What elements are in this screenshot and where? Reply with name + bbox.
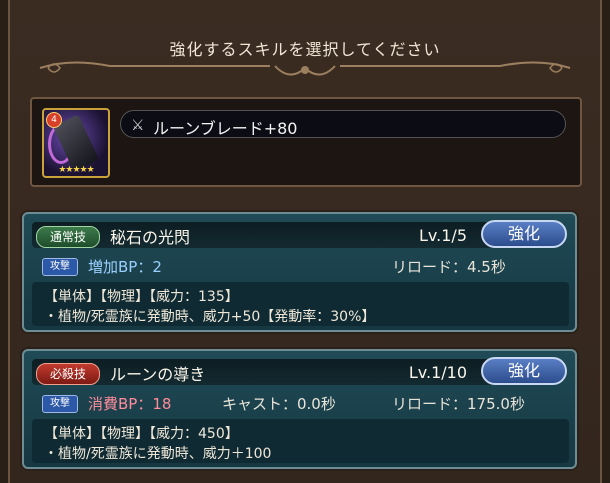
skill-card-special[interactable]: 必殺技 ルーンの導き Lv.1/10 強化 攻撃 消費BP：18 キャスト：0.…: [22, 349, 577, 469]
enhance-button[interactable]: 強化: [481, 357, 567, 385]
skill-description: 【単体】【物理】【威力：450】 ・植物/死霊族に発動時、威力＋100: [32, 419, 569, 463]
attack-tag: 攻撃: [42, 395, 78, 413]
skill-card-normal[interactable]: 通常技 秘石の光閃 Lv.1/5 強化 攻撃 増加BP：2 リロード：4.5秒 …: [22, 212, 577, 332]
attack-tag: 攻撃: [42, 258, 78, 276]
skill-stats-row: 攻撃 増加BP：2 リロード：4.5秒: [32, 254, 567, 276]
skill-level: Lv.1/5: [419, 226, 467, 245]
item-name-bar: ⚔ ルーンブレード+80: [120, 110, 566, 138]
reload-time: リロード：4.5秒: [392, 258, 506, 276]
rune-blade-icon[interactable]: 4 ★★★★★: [42, 108, 110, 178]
crossed-swords-icon: ⚔: [131, 116, 145, 134]
rank-badge: 4: [46, 112, 62, 128]
star-rating: ★★★★★: [58, 165, 94, 175]
bp-cost: 消費BP：18: [88, 395, 172, 413]
skill-type-badge: 通常技: [36, 226, 100, 248]
description-line-2: ・植物/死霊族に発動時、威力＋100: [44, 446, 272, 462]
description-line-1: 【単体】【物理】【威力：450】: [44, 426, 239, 442]
skill-stats-row: 攻撃 消費BP：18 キャスト：0.0秒 リロード：175.0秒: [32, 391, 567, 413]
description-line-2: ・植物/死霊族に発動時、威力+50【発動率：30%】: [44, 309, 376, 325]
skill-type-badge: 必殺技: [36, 363, 100, 385]
description-line-1: 【単体】【物理】【威力：135】: [44, 289, 239, 305]
bp-increase: 増加BP：2: [88, 258, 162, 276]
skill-level: Lv.1/10: [408, 363, 467, 382]
ornament-divider: [39, 61, 571, 76]
skill-name: ルーンの導き: [110, 365, 206, 384]
cast-time: キャスト：0.0秒: [222, 395, 336, 413]
skill-name: 秘石の光閃: [110, 228, 191, 247]
skill-description: 【単体】【物理】【威力：135】 ・植物/死霊族に発動時、威力+50【発動率：3…: [32, 282, 569, 326]
item-name: ルーンブレード+80: [153, 119, 298, 138]
reload-time: リロード：175.0秒: [392, 395, 525, 413]
enhance-button[interactable]: 強化: [481, 220, 567, 248]
